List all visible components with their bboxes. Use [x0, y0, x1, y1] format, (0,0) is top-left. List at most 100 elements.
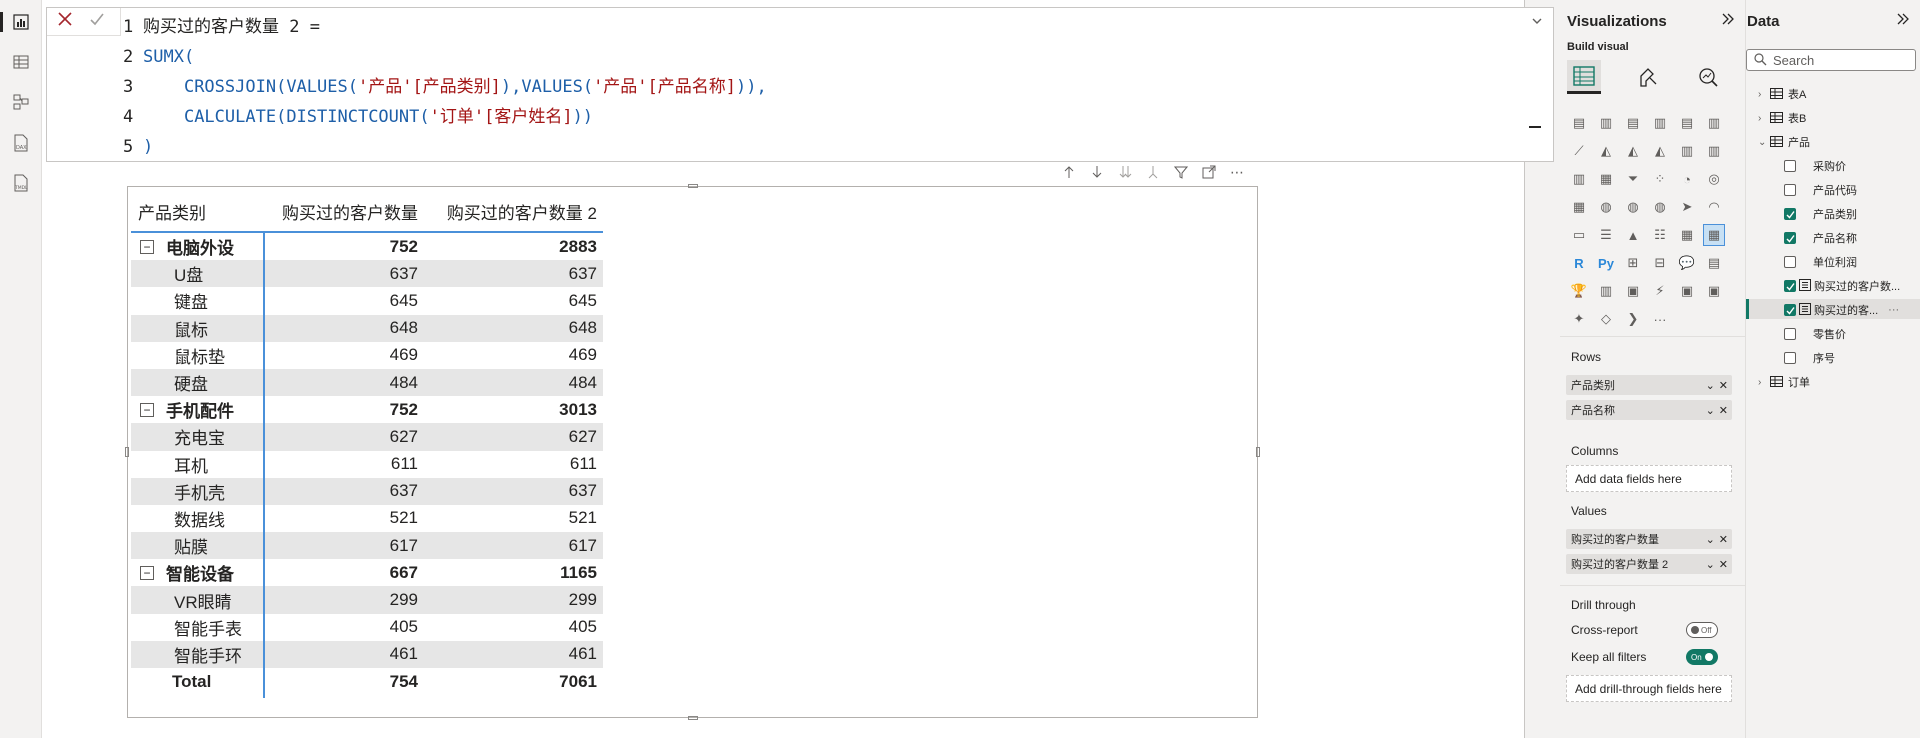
- gauge-icon[interactable]: ◠: [1703, 196, 1725, 218]
- power-automate-icon[interactable]: ⚡: [1649, 280, 1671, 302]
- map-icon[interactable]: ◍: [1595, 196, 1617, 218]
- matrix-category-row[interactable]: − 智能设备 667 1165: [131, 559, 603, 586]
- format-visual-icon[interactable]: [1630, 60, 1664, 94]
- minimize-icon[interactable]: [1529, 126, 1541, 128]
- drill-through-drop-zone[interactable]: Add drill-through fields here: [1566, 675, 1732, 702]
- remove-field-icon[interactable]: ✕: [1719, 558, 1728, 571]
- field-checkbox[interactable]: [1784, 184, 1796, 196]
- area-chart-icon[interactable]: ◭: [1595, 140, 1617, 162]
- chevron-visual-icon[interactable]: ❯: [1622, 308, 1644, 330]
- rows-field-pill[interactable]: 产品类别 ⌄ ✕: [1566, 375, 1732, 395]
- chevron-down-icon[interactable]: ⌄: [1706, 558, 1715, 571]
- remove-field-icon[interactable]: ✕: [1719, 379, 1728, 392]
- new-card-icon[interactable]: ▣: [1676, 280, 1698, 302]
- r-visual-icon[interactable]: R: [1568, 252, 1590, 274]
- table-view-icon[interactable]: [11, 52, 31, 72]
- chevron-down-icon[interactable]: [1531, 14, 1543, 32]
- analytics-icon[interactable]: [1691, 60, 1725, 94]
- data-table-item[interactable]: › 表B: [1758, 110, 1806, 126]
- drill-up-icon[interactable]: [1060, 163, 1078, 181]
- stacked-column-chart-icon[interactable]: ▥: [1595, 112, 1617, 134]
- clustered-column-chart-icon[interactable]: ▥: [1649, 112, 1671, 134]
- close-icon[interactable]: [57, 11, 73, 32]
- matrix-icon[interactable]: ▦: [1703, 224, 1725, 246]
- table-icon[interactable]: ▦: [1676, 224, 1698, 246]
- more-visuals-icon[interactable]: ···: [1649, 308, 1671, 330]
- clustered-bar-chart-icon[interactable]: ▤: [1622, 112, 1644, 134]
- build-visual-icon[interactable]: [1567, 60, 1601, 94]
- matrix-row[interactable]: 硬盘 484 484: [131, 368, 603, 397]
- matrix-row[interactable]: 鼠标 648 648: [131, 314, 603, 342]
- new-slicer-icon[interactable]: ▣: [1703, 280, 1725, 302]
- filled-map-icon[interactable]: ◍: [1622, 196, 1644, 218]
- ribbon-chart-icon[interactable]: ▥: [1568, 168, 1590, 190]
- matrix-row[interactable]: 鼠标垫 469 469: [131, 342, 603, 369]
- columns-drop-zone[interactable]: Add data fields here: [1566, 465, 1732, 492]
- collapse-pane-icon[interactable]: [1896, 12, 1910, 28]
- stacked-bar-chart-icon[interactable]: ▤: [1568, 112, 1590, 134]
- stacked-area-chart-icon[interactable]: ◭: [1622, 140, 1644, 162]
- rows-field-pill[interactable]: 产品名称 ⌄ ✕: [1566, 400, 1732, 420]
- report-view-icon[interactable]: [11, 12, 31, 32]
- remove-field-icon[interactable]: ✕: [1719, 404, 1728, 417]
- matrix-category-row[interactable]: − 手机配件 752 3013: [131, 396, 603, 423]
- card-icon[interactable]: ▭: [1568, 224, 1590, 246]
- matrix-row[interactable]: 耳机 611 611: [131, 451, 603, 478]
- column-header[interactable]: 购买过的客户数量: [262, 199, 422, 224]
- collapse-icon[interactable]: −: [140, 402, 154, 417]
- check-icon[interactable]: [89, 11, 105, 32]
- chevron-down-icon[interactable]: ⌄: [1758, 137, 1770, 148]
- drill-down-icon[interactable]: [1088, 163, 1106, 181]
- data-field-item[interactable]: 购买过的客... ···: [1784, 302, 1899, 318]
- donut-chart-icon[interactable]: ◎: [1703, 168, 1725, 190]
- shape-map-icon[interactable]: ◍: [1649, 196, 1671, 218]
- go-to-next-level-icon[interactable]: [1116, 163, 1134, 181]
- slicer-icon[interactable]: ☷: [1649, 224, 1671, 246]
- dax-query-view-icon[interactable]: DAX: [11, 133, 31, 153]
- 100-stacked-column-chart-icon[interactable]: ▥: [1703, 112, 1725, 134]
- resize-handle[interactable]: [688, 184, 698, 188]
- data-field-item[interactable]: 零售价: [1784, 326, 1846, 342]
- matrix-row[interactable]: 智能手环 461 461: [131, 640, 603, 668]
- more-options-icon[interactable]: ···: [1888, 304, 1899, 316]
- filter-icon[interactable]: [1172, 163, 1190, 181]
- power-apps-icon[interactable]: ▣: [1622, 280, 1644, 302]
- matrix-row[interactable]: 数据线 521 521: [131, 505, 603, 532]
- data-table-item[interactable]: ⌄ 产品: [1758, 134, 1810, 150]
- line-chart-icon[interactable]: ⟋: [1568, 140, 1590, 162]
- focus-mode-icon[interactable]: [1200, 163, 1218, 181]
- smart-narrative-icon[interactable]: ▤: [1703, 252, 1725, 274]
- values-field-pill[interactable]: 购买过的客户数量 ⌄ ✕: [1566, 529, 1732, 549]
- pie-chart-icon[interactable]: ◔: [1676, 168, 1698, 190]
- chevron-right-icon[interactable]: ›: [1758, 113, 1770, 124]
- data-field-item[interactable]: 产品名称: [1784, 230, 1857, 246]
- data-table-item[interactable]: › 订单: [1758, 374, 1810, 390]
- line-and-clustered-column-icon[interactable]: ▥: [1703, 140, 1725, 162]
- data-field-item[interactable]: 单位利润: [1784, 254, 1857, 270]
- matrix-row[interactable]: 手机壳 637 637: [131, 477, 603, 505]
- chevron-right-icon[interactable]: ›: [1758, 377, 1770, 388]
- field-checkbox[interactable]: [1784, 256, 1796, 268]
- treemap-icon[interactable]: ▦: [1568, 196, 1590, 218]
- matrix-row[interactable]: 键盘 645 645: [131, 287, 603, 314]
- field-checkbox[interactable]: [1784, 304, 1796, 316]
- chevron-down-icon[interactable]: ⌄: [1706, 404, 1715, 417]
- paginated-report-icon[interactable]: ▥: [1595, 280, 1617, 302]
- field-checkbox[interactable]: [1784, 232, 1796, 244]
- arcgis-map-icon[interactable]: ✦: [1568, 308, 1590, 330]
- column-header[interactable]: 购买过的客户数量 2: [422, 199, 603, 224]
- data-table-item[interactable]: › 表A: [1758, 86, 1806, 102]
- matrix-row[interactable]: U盘 637 637: [131, 260, 603, 288]
- matrix-category-row[interactable]: − 电脑外设 752 2883: [131, 233, 603, 260]
- diamond-visual-icon[interactable]: ◇: [1595, 308, 1617, 330]
- decomposition-tree-icon[interactable]: ⊟: [1649, 252, 1671, 274]
- scatter-chart-icon[interactable]: ⁘: [1649, 168, 1671, 190]
- qa-icon[interactable]: 💬: [1676, 252, 1698, 274]
- field-checkbox[interactable]: [1784, 160, 1796, 172]
- remove-field-icon[interactable]: ✕: [1719, 533, 1728, 546]
- kpi-icon[interactable]: ▲: [1622, 224, 1644, 246]
- field-checkbox[interactable]: [1784, 280, 1796, 292]
- resize-handle[interactable]: [688, 716, 698, 720]
- matrix-row[interactable]: VR眼睛 299 299: [131, 586, 603, 614]
- field-checkbox[interactable]: [1784, 208, 1796, 220]
